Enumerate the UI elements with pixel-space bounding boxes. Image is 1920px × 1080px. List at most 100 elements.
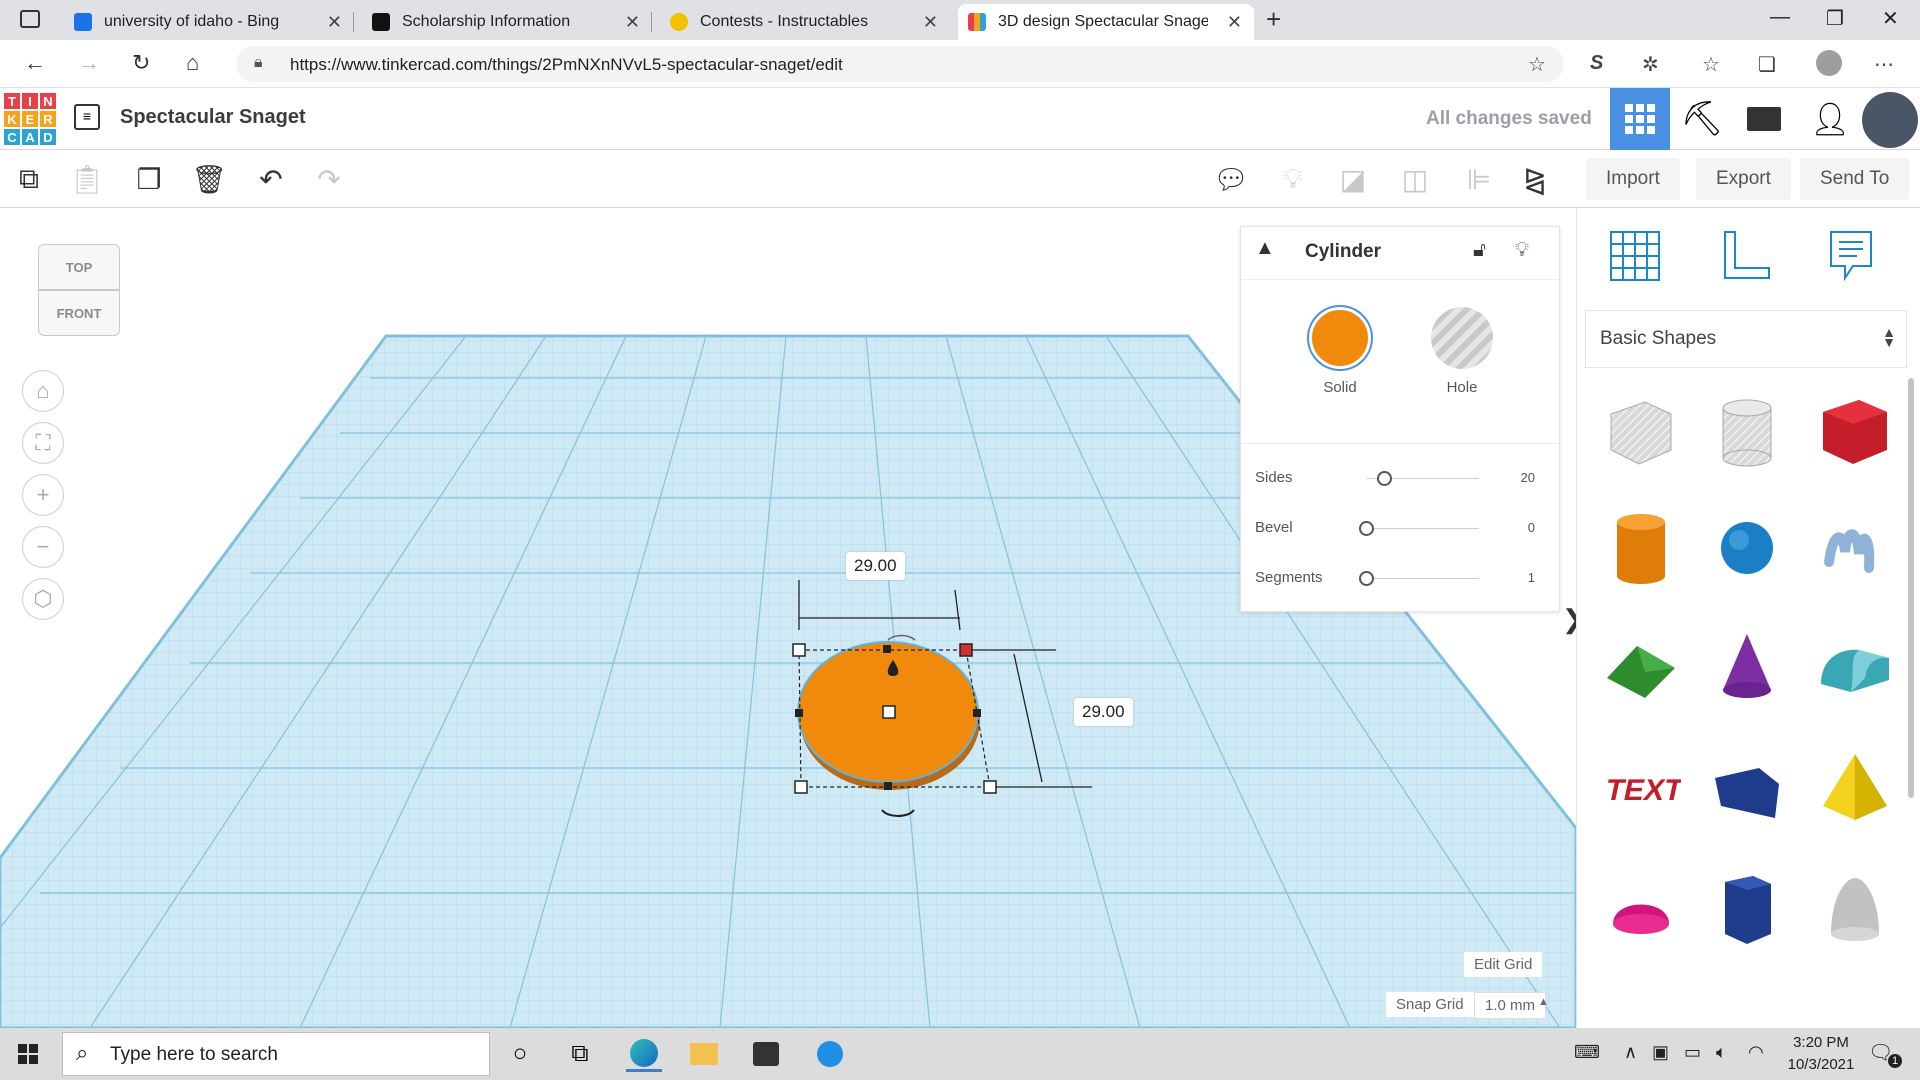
shape-cylinder[interactable] bbox=[1601, 508, 1681, 588]
tab-actions-icon[interactable] bbox=[20, 10, 40, 28]
lock-icon[interactable]: 🔓︎ bbox=[1473, 239, 1486, 262]
user-avatar[interactable] bbox=[1862, 92, 1918, 148]
show-hidden-icon[interactable]: 💡︎ bbox=[1276, 162, 1310, 196]
send-to-button[interactable]: Send To bbox=[1800, 158, 1910, 200]
sides-property[interactable]: Sides 20 bbox=[1255, 463, 1545, 493]
bevel-slider-handle[interactable] bbox=[1359, 521, 1374, 536]
shape-pyramid[interactable] bbox=[1815, 748, 1895, 828]
close-icon[interactable]: ✕ bbox=[625, 12, 640, 33]
keyboard-icon[interactable]: ⌨ bbox=[1574, 1042, 1600, 1063]
extensions-icon[interactable]: ✲ bbox=[1642, 52, 1659, 77]
paste-icon[interactable]: 📋︎ bbox=[69, 162, 105, 196]
clock-date[interactable]: 10/3/2021 bbox=[1778, 1056, 1864, 1073]
design-title[interactable]: Spectacular Snaget bbox=[120, 106, 306, 129]
add-user-icon[interactable]: 👤︎ bbox=[1800, 88, 1860, 150]
profile-avatar[interactable] bbox=[1816, 50, 1842, 76]
back-icon[interactable]: ← bbox=[24, 50, 46, 76]
solid-color-swatch[interactable] bbox=[1309, 307, 1371, 369]
extension-s-icon[interactable]: S bbox=[1590, 52, 1603, 75]
edge-browser-icon[interactable] bbox=[626, 1036, 662, 1072]
ruler-icon[interactable] bbox=[1717, 228, 1773, 284]
orthographic-icon[interactable]: ⬡ bbox=[22, 578, 64, 620]
favorites-icon[interactable]: ☆ bbox=[1702, 52, 1720, 77]
bevel-property[interactable]: Bevel 0 bbox=[1255, 513, 1545, 543]
ungroup-icon[interactable]: ◫ bbox=[1398, 162, 1432, 196]
shape-cylinder-hole[interactable] bbox=[1707, 392, 1787, 472]
sides-slider-handle[interactable] bbox=[1377, 471, 1392, 486]
hole-swatch[interactable] bbox=[1431, 307, 1493, 369]
shape-box[interactable] bbox=[1815, 392, 1895, 472]
fit-view-icon[interactable]: ⛶ bbox=[22, 422, 64, 464]
shape-half-sphere[interactable] bbox=[1601, 868, 1681, 948]
depth-dimension-label[interactable]: 29.00 bbox=[1074, 698, 1133, 726]
tinkercad-logo[interactable]: T I N K E R C A D bbox=[3, 92, 57, 146]
mirror-icon[interactable]: ⧎ bbox=[1518, 162, 1552, 196]
duplicate-icon[interactable]: ❐ bbox=[132, 162, 166, 196]
view-cube[interactable]: TOP FRONT bbox=[38, 244, 120, 336]
notes-icon[interactable]: 💬︎ bbox=[1213, 162, 1249, 196]
snap-grid-caret-icon[interactable]: ▲ bbox=[1538, 996, 1549, 1008]
light-bulb-icon[interactable]: 💡︎ bbox=[1515, 239, 1529, 262]
collections-icon[interactable]: ❏ bbox=[1758, 52, 1776, 77]
segments-property[interactable]: Segments 1 bbox=[1255, 563, 1545, 593]
view-cube-top[interactable]: TOP bbox=[38, 244, 120, 290]
shape-round-roof[interactable] bbox=[1815, 628, 1895, 708]
forward-icon[interactable]: → bbox=[78, 50, 100, 76]
shape-paraboloid[interactable] bbox=[1815, 868, 1895, 948]
windows-start-icon[interactable] bbox=[18, 1044, 38, 1064]
battery-icon[interactable]: ▭ bbox=[1684, 1042, 1701, 1063]
copy-icon[interactable]: ⧉ bbox=[12, 162, 46, 196]
shape-cone[interactable] bbox=[1707, 628, 1787, 708]
close-window-icon[interactable]: ✕ bbox=[1882, 6, 1899, 31]
file-explorer-icon[interactable] bbox=[686, 1036, 722, 1072]
redo-icon[interactable]: ↷ bbox=[312, 162, 346, 196]
shape-category-select[interactable]: Basic Shapes ▲ ▼ bbox=[1585, 310, 1907, 368]
minimize-icon[interactable]: — bbox=[1770, 6, 1790, 29]
close-icon[interactable]: ✕ bbox=[923, 12, 938, 33]
maximize-icon[interactable]: ❐ bbox=[1826, 6, 1844, 31]
tab-tinkercad[interactable]: 3D design Spectacular Snaget | T ✕ bbox=[958, 4, 1254, 40]
shape-text[interactable]: TEXT bbox=[1601, 748, 1681, 828]
shape-roof[interactable] bbox=[1601, 628, 1681, 708]
store-icon[interactable] bbox=[748, 1036, 784, 1072]
close-icon[interactable]: ✕ bbox=[1227, 12, 1242, 33]
undo-icon[interactable]: ↶ bbox=[254, 162, 288, 196]
shape-wedge[interactable] bbox=[1707, 748, 1787, 828]
refresh-icon[interactable]: ↻ bbox=[132, 50, 150, 76]
group-icon[interactable]: ◪ bbox=[1336, 162, 1370, 196]
tab-bing[interactable]: university of idaho - Bing ✕ bbox=[64, 4, 354, 40]
app-blue-icon[interactable] bbox=[812, 1036, 848, 1072]
shape-polygon[interactable] bbox=[1707, 868, 1787, 948]
bevel-value[interactable]: 0 bbox=[1528, 520, 1535, 535]
export-button[interactable]: Export bbox=[1696, 158, 1791, 200]
lock-icon[interactable]: 🔒︎ bbox=[254, 54, 263, 72]
segments-value[interactable]: 1 bbox=[1528, 570, 1535, 585]
sides-value[interactable]: 20 bbox=[1521, 470, 1535, 485]
view-cube-front[interactable]: FRONT bbox=[38, 290, 120, 336]
delete-icon[interactable]: 🗑︎ bbox=[191, 162, 227, 196]
tab-instructables[interactable]: Contests - Instructables ✕ bbox=[660, 4, 950, 40]
new-tab-button[interactable]: + bbox=[1266, 4, 1281, 35]
show-hidden-icons[interactable]: ∧ bbox=[1624, 1042, 1637, 1063]
design-list-icon[interactable]: ≡ bbox=[74, 104, 100, 130]
import-button[interactable]: Import bbox=[1586, 158, 1680, 200]
workplane-icon[interactable] bbox=[1607, 228, 1663, 284]
home-view-icon[interactable]: ⌂ bbox=[22, 370, 64, 412]
width-dimension-label[interactable]: 29.00 bbox=[846, 552, 905, 580]
zoom-out-icon[interactable]: − bbox=[22, 526, 64, 568]
cortana-icon[interactable]: ○ bbox=[502, 1036, 538, 1072]
volume-icon[interactable]: 🔈︎ bbox=[1716, 1042, 1727, 1063]
more-icon[interactable]: ⋯ bbox=[1874, 52, 1894, 77]
collapse-icon[interactable]: ▲ bbox=[1255, 237, 1275, 260]
edit-grid-button[interactable]: Edit Grid bbox=[1464, 952, 1543, 977]
shape-scribble[interactable] bbox=[1815, 508, 1895, 588]
shapes-scrollbar[interactable] bbox=[1908, 378, 1914, 798]
zoom-in-icon[interactable]: + bbox=[22, 474, 64, 516]
home-icon[interactable]: ⌂ bbox=[186, 50, 199, 76]
snap-grid-value[interactable]: 1.0 mm bbox=[1474, 992, 1547, 1019]
shape-box-hole[interactable] bbox=[1601, 392, 1681, 472]
search-placeholder[interactable]: Type here to search bbox=[110, 1044, 278, 1066]
tab-scholarship[interactable]: Scholarship Information ✕ bbox=[362, 4, 652, 40]
shape-sphere[interactable] bbox=[1707, 508, 1787, 588]
bricks-icon[interactable] bbox=[1734, 88, 1794, 150]
